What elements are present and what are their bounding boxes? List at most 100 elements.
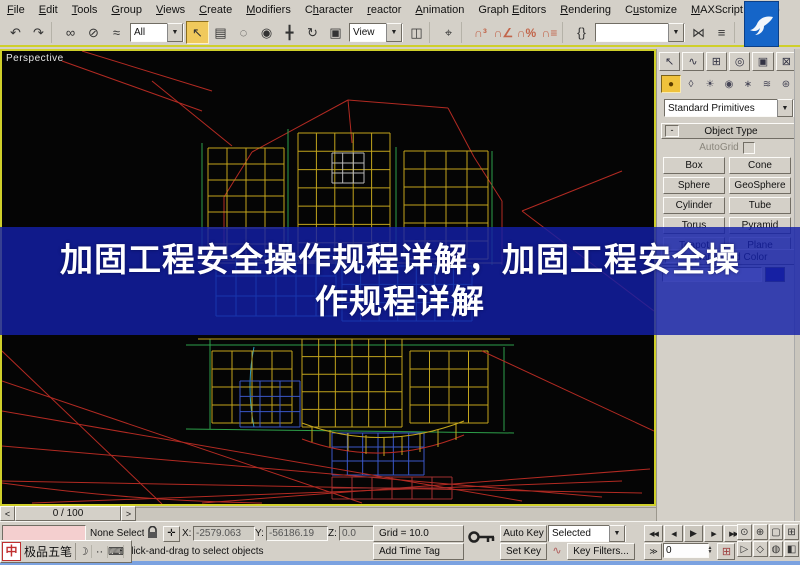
collapse-icon[interactable]: - (665, 125, 679, 137)
field-of-view-icon[interactable]: ▷ (737, 541, 752, 557)
time-slider-thumb[interactable]: 0 / 100 (15, 506, 121, 521)
select-object-icon[interactable]: ↖ (186, 21, 209, 44)
select-move-icon[interactable]: ╋ (278, 21, 301, 44)
chevron-down-icon[interactable]: ▼ (609, 525, 625, 542)
select-rotate-icon[interactable]: ↻ (301, 21, 324, 44)
ime-fullwidth-icon[interactable]: ☽ (76, 545, 93, 558)
set-key-button[interactable]: Set Key (500, 543, 547, 560)
tab-modify-icon[interactable]: ∿ (682, 51, 704, 71)
next-frame-button[interactable]: ▶ (704, 525, 723, 542)
menu-views[interactable]: Views (149, 0, 192, 20)
percent-snap-icon[interactable]: ∩% (515, 21, 538, 44)
y-coordinate-field[interactable]: -56186.19 (266, 526, 328, 541)
frame-spinner[interactable]: ▲ ▼ (706, 542, 714, 558)
goto-start-button[interactable]: ◀◀ (644, 525, 663, 542)
chevron-down-icon[interactable]: ▼ (668, 23, 684, 42)
angle-snap-icon[interactable]: ∩∠ (492, 21, 515, 44)
menu-edit[interactable]: Edit (32, 0, 65, 20)
menu-group[interactable]: Group (104, 0, 149, 20)
menu-create[interactable]: Create (192, 0, 239, 20)
key-set-dropdown[interactable]: Selected ▼ (548, 525, 626, 542)
category-systems-icon[interactable]: ⊛ (777, 76, 795, 92)
set-keys-icon[interactable] (468, 529, 496, 545)
unlink-selection-icon[interactable]: ⊘ (82, 21, 105, 44)
category-lights-icon[interactable]: ☀ (701, 76, 719, 92)
object-type-button-sphere[interactable]: Sphere (663, 177, 725, 194)
selection-lock-icon[interactable] (147, 526, 158, 539)
pan-icon[interactable]: ◇ (752, 541, 768, 557)
redo-icon[interactable]: ↷ (27, 21, 50, 44)
default-in-out-tangents-icon[interactable]: ∿ (549, 543, 565, 558)
align-icon[interactable]: ≡ (710, 21, 733, 44)
bind-to-spacewarp-icon[interactable]: ≈ (105, 21, 128, 44)
select-manipulate-icon[interactable]: ⌖ (437, 21, 460, 44)
x-coordinate-field[interactable]: -2579.063 (193, 526, 255, 541)
menu-customize[interactable]: Customize (618, 0, 684, 20)
prev-frame-button[interactable]: ◀ (664, 525, 683, 542)
key-mode-toggle[interactable]: ≫ (644, 543, 662, 560)
min-max-toggle-icon[interactable]: ◧ (784, 541, 799, 557)
arc-rotate-icon[interactable]: ◍ (768, 541, 784, 557)
play-button[interactable]: ▶ (684, 525, 703, 542)
mirror-icon[interactable]: ⋈ (687, 21, 710, 44)
rect-selection-region-icon[interactable]: ◌ (232, 21, 255, 44)
chevron-down-icon[interactable]: ▼ (386, 23, 402, 42)
named-selection-dropdown[interactable]: ▼ (595, 23, 685, 42)
menu-tools[interactable]: Tools (65, 0, 105, 20)
ime-keyboard-icon[interactable]: ⌨ (108, 545, 125, 558)
key-filters-button[interactable]: Key Filters... (567, 543, 635, 560)
chevron-down-icon[interactable]: ▼ (167, 23, 183, 42)
auto-key-button[interactable]: Auto Key (500, 525, 547, 542)
current-frame-field[interactable]: 0 (663, 543, 709, 558)
window-crossing-icon[interactable]: ◉ (255, 21, 278, 44)
category-spacewarps-icon[interactable]: ≋ (758, 76, 776, 92)
object-type-button-cylinder[interactable]: Cylinder (663, 197, 725, 214)
category-geometry-icon[interactable]: ● (661, 75, 681, 93)
use-pivot-center-icon[interactable]: ◫ (405, 21, 428, 44)
object-type-button-geosphere[interactable]: GeoSphere (729, 177, 791, 194)
object-type-rollout[interactable]: - Object Type (661, 123, 795, 139)
tab-create-icon[interactable]: ↖ (659, 51, 681, 71)
category-shapes-icon[interactable]: ◊ (682, 76, 700, 92)
category-cameras-icon[interactable]: ◉ (720, 76, 738, 92)
subcategory-dropdown[interactable]: Standard Primitives ▼ (664, 99, 794, 117)
absolute-mode-toggle[interactable]: ✛ (163, 526, 180, 542)
zoom-extents-icon[interactable]: ▢ (768, 524, 784, 540)
object-type-button-tube[interactable]: Tube (729, 197, 791, 214)
time-configuration-icon[interactable]: ⊞ (717, 543, 735, 560)
menu-animation[interactable]: Animation (408, 0, 471, 20)
tab-motion-icon[interactable]: ◎ (728, 51, 751, 71)
menu-character[interactable]: Character (298, 0, 360, 20)
category-helpers-icon[interactable]: ∗ (739, 76, 757, 92)
chevron-down-icon[interactable]: ▼ (777, 99, 793, 117)
zoom-extents-all-icon[interactable]: ⊞ (784, 524, 799, 540)
menu-reactor[interactable]: reactor (360, 0, 408, 20)
ime-name[interactable]: 极品五笔 (21, 543, 77, 560)
menu-rendering[interactable]: Rendering (553, 0, 618, 20)
menu-file[interactable]: File (0, 0, 32, 20)
reference-coordinate-dropdown[interactable]: View ▼ (349, 23, 403, 42)
add-time-tag[interactable]: Add Time Tag (373, 543, 464, 560)
menu-modifiers[interactable]: Modifiers (239, 0, 298, 20)
prev-frame-arrow[interactable]: < (0, 506, 15, 521)
select-by-name-icon[interactable]: ▤ (209, 21, 232, 44)
autogrid-checkbox[interactable] (742, 141, 755, 154)
ime-punctuation-icon[interactable]: ·· (92, 545, 109, 558)
menu-maxscript[interactable]: MAXScript (684, 0, 750, 20)
named-sets-icon[interactable]: {} (570, 21, 593, 44)
snap-toggle-icon[interactable]: ∩³ (469, 21, 492, 44)
object-type-button-cone[interactable]: Cone (729, 157, 791, 174)
select-and-link-icon[interactable]: ∞ (59, 21, 82, 44)
spinner-snap-icon[interactable]: ∩≡ (538, 21, 561, 44)
next-frame-arrow[interactable]: > (121, 506, 136, 521)
undo-icon[interactable]: ↶ (4, 21, 27, 44)
ime-language-icon[interactable]: 中 (2, 542, 21, 561)
select-scale-icon[interactable]: ▣ (324, 21, 347, 44)
time-slider-track[interactable] (136, 506, 656, 521)
selection-filter-dropdown[interactable]: All ▼ (130, 23, 184, 42)
object-type-button-box[interactable]: Box (663, 157, 725, 174)
menu-graph-editors[interactable]: Graph Editors (471, 0, 553, 20)
tab-display-icon[interactable]: ▣ (752, 51, 774, 71)
zoom-all-icon[interactable]: ⊕ (752, 524, 768, 540)
tab-hierarchy-icon[interactable]: ⊞ (705, 51, 727, 71)
